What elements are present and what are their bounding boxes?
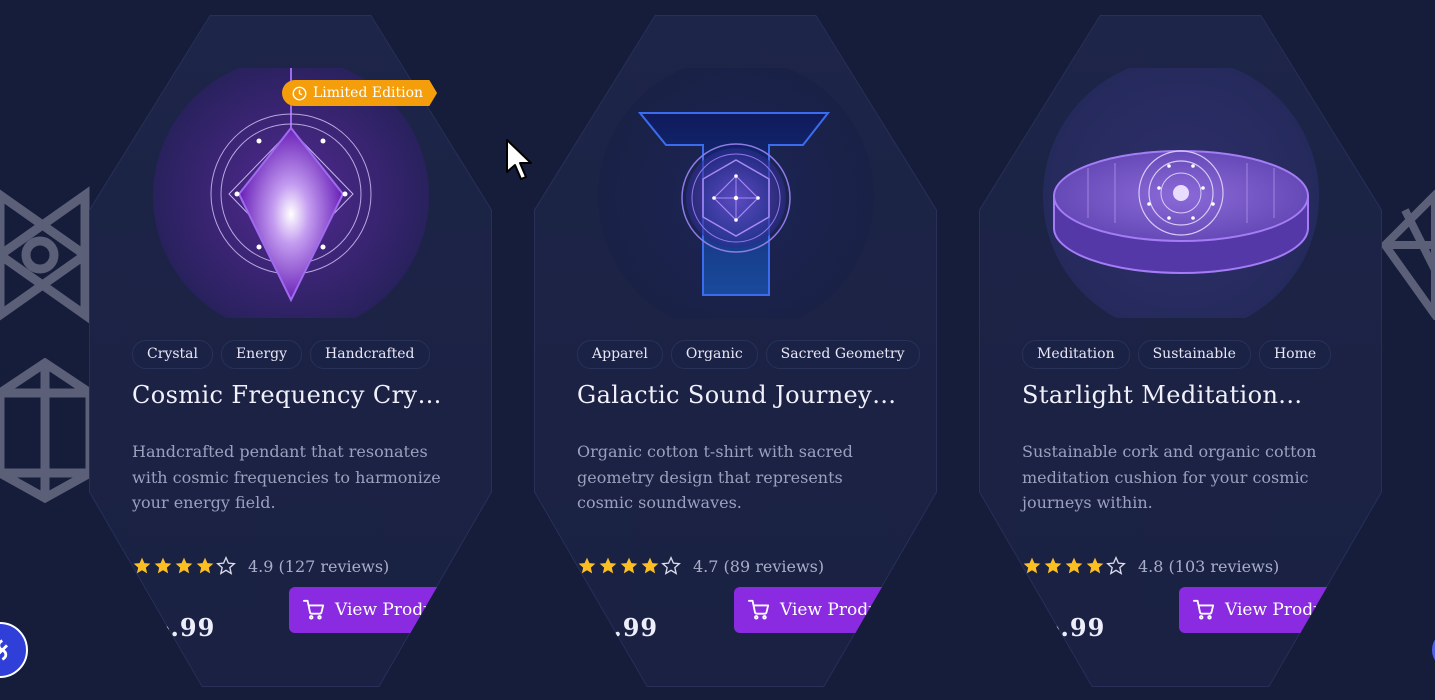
star-filled-icon xyxy=(599,557,617,574)
view-product-label: View Produ xyxy=(335,600,435,620)
badge-label: Limited Edition xyxy=(313,85,424,101)
cube-glyph-icon xyxy=(0,358,95,503)
product-card-1[interactable]: Crystal Energy Handcrafted Cosmic Freque… xyxy=(89,15,492,687)
tag[interactable]: Apparel xyxy=(577,340,663,369)
star-filled-icon xyxy=(133,557,151,574)
product-description: Organic cotton t-shirt with sacred geome… xyxy=(577,442,853,512)
limited-edition-badge: Limited Edition xyxy=(282,80,438,106)
view-product-label: View Produ xyxy=(780,600,880,620)
star-filled-icon xyxy=(620,557,638,574)
product-price: ·.99 xyxy=(604,613,659,642)
geometric-glyph-right-icon xyxy=(1380,190,1435,320)
tag[interactable]: Crystal xyxy=(132,340,213,369)
star-filled-icon xyxy=(1044,557,1062,574)
star-filled-icon xyxy=(175,557,193,574)
star-empty-icon xyxy=(1106,556,1126,575)
product-title[interactable]: Galactic Sound Journey Tee xyxy=(577,381,897,409)
hexagram-icon xyxy=(0,186,90,324)
product-price: ₀.99 xyxy=(1049,613,1106,642)
star-rating xyxy=(132,556,236,576)
tag-list: Crystal Energy Handcrafted xyxy=(132,340,430,369)
tag[interactable]: Sustainable xyxy=(1137,340,1251,369)
view-product-label: View Produ xyxy=(1225,600,1325,620)
star-filled-icon xyxy=(1023,557,1041,574)
tag[interactable]: Home xyxy=(1258,340,1332,369)
star-filled-icon xyxy=(1086,557,1104,574)
tag-list: Meditation Sustainable Home xyxy=(1022,340,1332,369)
tag[interactable]: Organic xyxy=(670,340,758,369)
clock-icon xyxy=(292,86,307,100)
star-filled-icon xyxy=(1065,557,1083,574)
tag-list: Apparel Organic Sacred Geometry xyxy=(577,340,920,369)
rating-text: 4.8 (103 reviews) xyxy=(1138,556,1280,576)
view-product-button[interactable]: View Produ xyxy=(734,587,884,633)
product-card-2[interactable]: Apparel Organic Sacred Geometry Galactic… xyxy=(534,15,937,687)
product-rating: 4.8 (103 reviews) xyxy=(1022,556,1279,576)
cart-icon xyxy=(748,599,770,620)
tshirt-icon xyxy=(598,68,874,318)
tag[interactable]: Handcrafted xyxy=(310,340,430,369)
sparkle-icon xyxy=(0,639,8,661)
view-product-button[interactable]: View Produ xyxy=(1179,587,1329,633)
tag[interactable]: Meditation xyxy=(1022,340,1130,369)
star-filled-icon xyxy=(641,557,659,574)
meditation-cushion-icon xyxy=(1043,68,1319,318)
product-description: Sustainable cork and organic cotton medi… xyxy=(1022,442,1317,512)
star-empty-icon xyxy=(661,556,681,575)
star-empty-icon xyxy=(216,556,236,575)
star-rating xyxy=(1022,556,1126,576)
star-filled-icon xyxy=(578,557,596,574)
cart-icon xyxy=(1193,599,1215,620)
product-rating: 4.9 (127 reviews) xyxy=(132,556,389,576)
product-price: ₀.99 xyxy=(159,613,216,642)
star-filled-icon xyxy=(196,557,214,574)
star-rating xyxy=(577,556,681,576)
tag[interactable]: Energy xyxy=(220,340,303,369)
product-title[interactable]: Starlight Meditation... xyxy=(1022,381,1342,409)
product-rating: 4.7 (89 reviews) xyxy=(577,556,824,576)
cart-icon xyxy=(303,599,325,620)
star-filled-icon xyxy=(154,557,172,574)
floating-action-button[interactable] xyxy=(0,622,28,678)
rating-text: 4.9 (127 reviews) xyxy=(248,556,390,576)
rating-text: 4.7 (89 reviews) xyxy=(693,556,825,576)
mouse-cursor-icon xyxy=(506,139,532,180)
product-title[interactable]: Cosmic Frequency Crystal... xyxy=(132,381,452,409)
view-product-button[interactable]: View Produ xyxy=(289,587,439,633)
tag[interactable]: Sacred Geometry xyxy=(765,340,920,369)
product-description: Handcrafted pendant that resonates with … xyxy=(132,442,441,512)
product-card-3[interactable]: Meditation Sustainable Home Starlight Me… xyxy=(979,15,1382,687)
